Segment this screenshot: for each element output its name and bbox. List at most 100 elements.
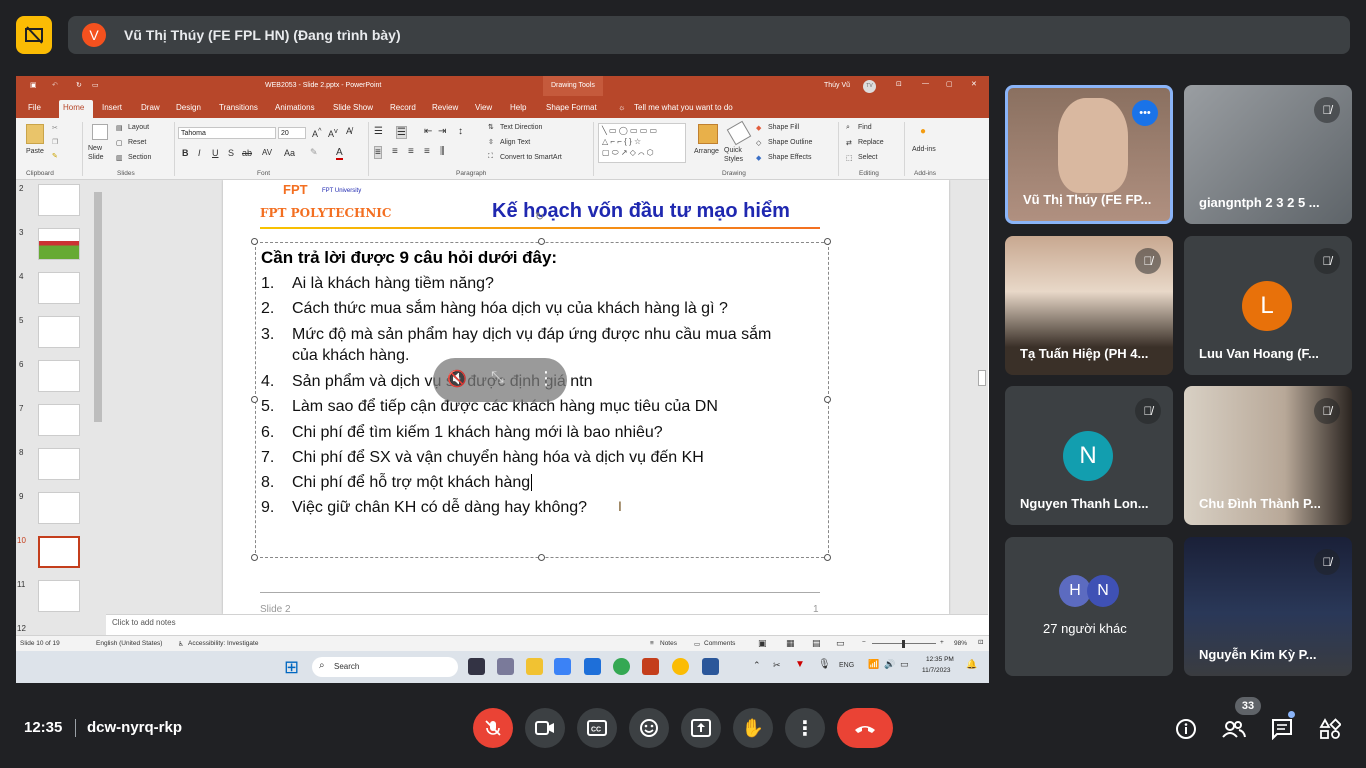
tab-review[interactable]: Review xyxy=(432,103,458,112)
select-button[interactable]: Select xyxy=(858,154,877,161)
people-button[interactable] xyxy=(1221,716,1247,742)
shape-outline-button[interactable]: Shape Outline xyxy=(768,139,812,146)
italic-icon[interactable]: I xyxy=(198,148,201,158)
shadow-icon[interactable]: S xyxy=(228,148,234,158)
tab-view[interactable]: View xyxy=(475,103,492,112)
stop-presenting-button[interactable] xyxy=(16,16,52,54)
slide-thumbnail[interactable] xyxy=(38,404,80,436)
tab-slide-show[interactable]: Slide Show xyxy=(333,103,373,112)
decrease-indent-icon[interactable]: ⇤ xyxy=(424,126,432,137)
slide-thumbnail[interactable] xyxy=(38,316,80,348)
slide-thumbnail[interactable] xyxy=(38,492,80,524)
grow-font-icon[interactable]: A^ xyxy=(312,126,322,139)
clear-format-icon[interactable]: A̸ xyxy=(346,126,352,136)
notes-button[interactable]: Notes xyxy=(660,640,677,647)
windows-start-icon[interactable]: ⊞ xyxy=(284,657,299,678)
slide-thumbnail[interactable] xyxy=(38,360,80,392)
increase-indent-icon[interactable]: ⇥ xyxy=(438,126,446,137)
participant-tile[interactable]: N 🎙̸ Nguyen Thanh Lon... xyxy=(1005,386,1173,525)
align-text-button[interactable]: Align Text xyxy=(500,139,530,146)
participant-tile[interactable]: 🎙̸ Nguyễn Kim Kỳ P... xyxy=(1184,537,1352,676)
teams-chat-icon[interactable] xyxy=(554,658,571,675)
fit-slide-icon[interactable]: ⊡ xyxy=(978,638,983,646)
tray-mic-icon[interactable]: 🎙 xyxy=(818,659,831,670)
change-case-icon[interactable]: Aa xyxy=(284,148,295,158)
bullets-icon[interactable]: ☰ xyxy=(374,126,383,137)
normal-view-icon[interactable]: ▣ xyxy=(758,638,767,649)
quick-styles-icon[interactable] xyxy=(726,120,752,146)
reset-button[interactable]: Reset xyxy=(128,139,146,146)
align-center-icon[interactable]: ≡ xyxy=(392,146,398,157)
slide-thumbnail[interactable] xyxy=(38,580,80,612)
input-language[interactable]: ENG xyxy=(839,662,854,669)
tab-file[interactable]: File xyxy=(28,103,41,112)
convert-smartart-button[interactable]: Convert to SmartArt xyxy=(500,154,562,161)
section-button[interactable]: Section xyxy=(128,154,151,161)
raise-hand-button[interactable]: ✋ xyxy=(733,708,773,748)
slide-thumbnail[interactable] xyxy=(38,272,80,304)
more-options-icon[interactable]: ⋮ xyxy=(537,368,555,389)
highlight-icon[interactable]: ✎ xyxy=(310,147,318,158)
more-options-button[interactable]: ⋮ xyxy=(785,708,825,748)
cut-icon[interactable]: ✂ xyxy=(52,124,58,132)
shrink-font-icon[interactable]: Av xyxy=(328,126,338,139)
bold-icon[interactable]: B xyxy=(182,148,189,158)
participant-tile[interactable]: 🎙̸ Tạ Tuấn Hiệp (PH 4... xyxy=(1005,236,1173,375)
chrome-icon[interactable] xyxy=(613,658,630,675)
tab-home[interactable]: Home xyxy=(63,103,84,112)
tab-record[interactable]: Record xyxy=(390,103,416,112)
thumbnails-scrollbar[interactable] xyxy=(92,182,104,632)
tell-me-box[interactable]: Tell me what you want to do xyxy=(634,103,733,112)
paste-icon[interactable] xyxy=(26,124,44,144)
line-spacing-icon[interactable]: ↕ xyxy=(458,126,463,137)
addins-button[interactable]: Add-ins xyxy=(912,146,936,153)
format-painter-icon[interactable]: ✎ xyxy=(52,152,58,160)
zoom-in-icon[interactable]: + xyxy=(940,639,944,646)
participant-tile-others[interactable]: H N 27 người khác xyxy=(1005,537,1173,676)
accessibility-status[interactable]: Accessibility: Investigate xyxy=(188,640,258,647)
underline-icon[interactable]: U xyxy=(212,148,219,158)
text-direction-button[interactable]: Text Direction xyxy=(500,124,542,131)
slide-thumbnail[interactable] xyxy=(38,448,80,480)
participant-tile[interactable]: L 🎙̸ Luu Van Hoang (F... xyxy=(1184,236,1352,375)
task-view-icon[interactable] xyxy=(468,658,485,675)
captions-button[interactable]: CC xyxy=(577,708,617,748)
redo-icon[interactable]: ↻ xyxy=(76,81,82,89)
shape-fill-button[interactable]: Shape Fill xyxy=(768,124,799,131)
spacing-icon[interactable]: AV xyxy=(262,148,272,157)
chat-button[interactable] xyxy=(1269,716,1295,742)
wifi-icon[interactable]: 📶 xyxy=(868,659,879,670)
mute-presenter-icon[interactable]: 🔇 xyxy=(447,369,467,389)
undo-icon[interactable]: ↶ xyxy=(52,81,58,89)
tab-shape-format[interactable]: Shape Format xyxy=(546,103,597,112)
sorter-view-icon[interactable]: ▦ xyxy=(786,638,795,649)
participant-tile[interactable]: 🎙̸ Chu Đình Thành P... xyxy=(1184,386,1352,525)
close-icon[interactable]: ✕ xyxy=(971,80,977,88)
start-slideshow-icon[interactable]: ▭ xyxy=(92,81,99,89)
zoom-level[interactable]: 98% xyxy=(954,640,967,647)
comments-button[interactable]: Comments xyxy=(704,640,735,647)
editor-scrollbar[interactable] xyxy=(976,180,988,614)
reactions-button[interactable] xyxy=(629,708,669,748)
volume-icon[interactable]: 🔊 xyxy=(884,659,895,670)
align-right-icon[interactable]: ≡ xyxy=(408,146,414,157)
notes-pane[interactable]: Click to add notes xyxy=(106,614,988,632)
meeting-code[interactable]: dcw-nyrq-rkp xyxy=(87,719,182,736)
unpin-icon[interactable]: ⤡ xyxy=(491,369,504,387)
language-status[interactable]: English (United States) xyxy=(96,640,162,647)
teams-icon[interactable] xyxy=(497,658,514,675)
taskbar-search[interactable]: ⌕ Search xyxy=(312,657,458,677)
ribbon-display-icon[interactable]: ⊡ xyxy=(896,80,902,88)
new-slide-button[interactable]: New Slide xyxy=(88,144,114,162)
tab-animations[interactable]: Animations xyxy=(275,103,315,112)
numbering-icon[interactable]: ☰ xyxy=(396,126,407,139)
activities-button[interactable] xyxy=(1317,716,1343,742)
notification-icon[interactable]: 🔔 xyxy=(966,659,977,670)
arrange-icon[interactable] xyxy=(698,124,718,144)
reading-view-icon[interactable]: ▤ xyxy=(812,638,821,649)
maximize-icon[interactable]: ▢ xyxy=(946,80,953,88)
leave-call-button[interactable] xyxy=(837,708,893,748)
columns-icon[interactable]: ⫼ xyxy=(440,146,445,157)
slide-canvas[interactable]: FPT FPT University FPT POLYTECHNIC Kế ho… xyxy=(223,180,949,614)
tab-transitions[interactable]: Transitions xyxy=(219,103,258,112)
